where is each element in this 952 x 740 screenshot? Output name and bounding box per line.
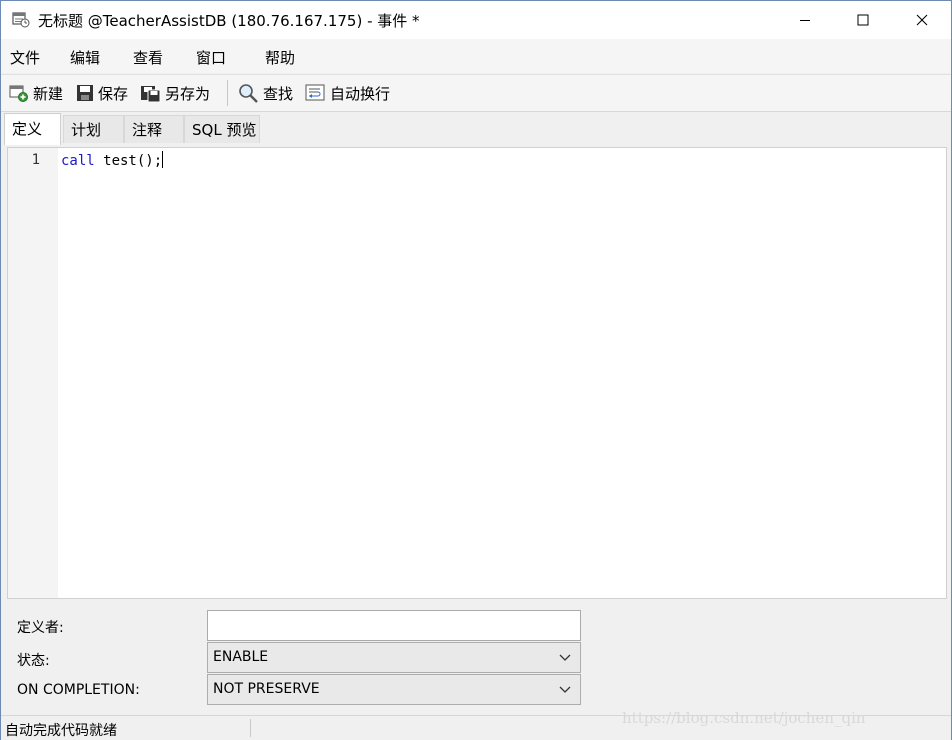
close-button[interactable]: [893, 1, 951, 39]
find-button[interactable]: 查找: [238, 82, 293, 104]
window-title: 无标题 @TeacherAssistDB (180.76.167.175) - …: [38, 12, 420, 30]
on-completion-value: NOT PRESERVE: [213, 681, 320, 697]
save-as-label: 另存为: [165, 84, 211, 103]
watermark: https://blog.csdn.net/jochen_qin: [622, 709, 866, 727]
new-icon: [9, 85, 28, 102]
tab-definition[interactable]: 定义: [4, 113, 61, 145]
menu-file[interactable]: 文件: [10, 47, 40, 68]
code-line[interactable]: call test();: [61, 151, 164, 169]
status-text: 自动完成代码就绪: [5, 723, 117, 739]
word-wrap-button[interactable]: 自动换行: [305, 82, 390, 104]
maximize-icon: [857, 14, 869, 26]
chevron-down-icon: [559, 675, 571, 715]
toolbar: 新建 保存 另存为 查找 自动换行: [1, 74, 951, 112]
on-completion-label: ON COMPLETION:: [17, 682, 140, 698]
text-caret: [162, 151, 164, 168]
title-bar[interactable]: 无标题 @TeacherAssistDB (180.76.167.175) - …: [1, 1, 951, 39]
tab-comment[interactable]: 注释: [124, 115, 184, 143]
code-text: test();: [94, 153, 163, 169]
tab-bar: 定义 计划 注释 SQL 预览: [1, 113, 951, 145]
tab-sql-preview[interactable]: SQL 预览: [184, 115, 260, 143]
save-label: 保存: [98, 84, 129, 103]
tab-schedule[interactable]: 计划: [63, 115, 124, 143]
save-as-icon: [141, 86, 161, 103]
status-label: 状态:: [17, 653, 50, 669]
toolbar-separator: [227, 80, 228, 106]
app-icon: [12, 10, 30, 28]
menu-window[interactable]: 窗口: [196, 47, 226, 68]
menu-view[interactable]: 查看: [133, 47, 163, 68]
line-number-gutter: 1: [8, 148, 58, 598]
save-button[interactable]: 保存: [75, 82, 128, 104]
minimize-icon: [800, 20, 810, 21]
event-designer-window: 无标题 @TeacherAssistDB (180.76.167.175) - …: [0, 0, 952, 740]
status-select[interactable]: ENABLE: [207, 642, 581, 673]
save-as-button[interactable]: 另存为: [140, 82, 210, 104]
sql-editor[interactable]: 1 call test();: [7, 147, 947, 599]
menu-edit[interactable]: 编辑: [70, 47, 100, 68]
find-label: 查找: [263, 84, 294, 103]
maximize-button[interactable]: [834, 1, 892, 39]
close-icon: [916, 14, 928, 26]
status-value: ENABLE: [213, 649, 269, 665]
menu-bar: 文件 编辑 查看 窗口 帮助: [1, 39, 951, 73]
new-label: 新建: [33, 84, 64, 103]
new-button[interactable]: 新建: [8, 82, 63, 104]
code-keyword: call: [61, 153, 95, 169]
minimize-button[interactable]: [776, 1, 834, 39]
line-number: 1: [31, 152, 40, 168]
word-wrap-label: 自动换行: [330, 84, 391, 103]
status-separator: [250, 719, 251, 737]
definer-label: 定义者:: [17, 620, 64, 636]
search-icon: [239, 84, 258, 103]
save-icon: [77, 85, 93, 101]
word-wrap-icon: [305, 84, 325, 101]
definer-field[interactable]: [207, 610, 581, 641]
on-completion-select[interactable]: NOT PRESERVE: [207, 674, 581, 705]
menu-help[interactable]: 帮助: [265, 47, 295, 68]
